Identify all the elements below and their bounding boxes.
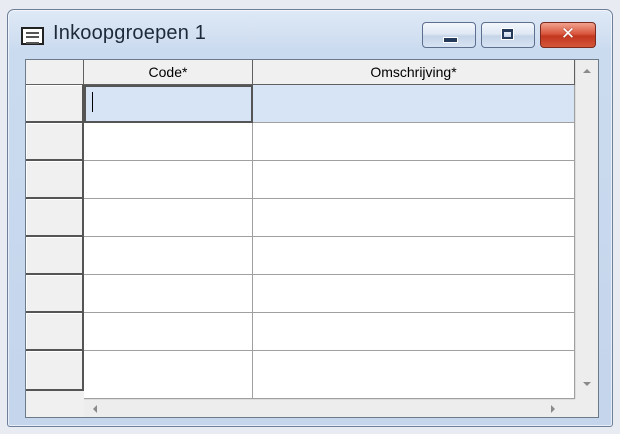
cell-code[interactable] bbox=[84, 123, 253, 161]
minimize-icon bbox=[443, 37, 458, 43]
window-title: Inkoopgroepen 1 bbox=[53, 22, 207, 44]
vertical-scrollbar[interactable] bbox=[575, 60, 598, 399]
scroll-left-icon[interactable] bbox=[93, 405, 97, 413]
column-header-code[interactable]: Code* bbox=[84, 60, 253, 85]
row-header[interactable] bbox=[26, 161, 84, 199]
maximize-icon bbox=[501, 28, 514, 40]
cell-code[interactable] bbox=[84, 199, 253, 237]
cell-omschrijving[interactable] bbox=[253, 351, 575, 399]
cell-code[interactable] bbox=[84, 237, 253, 275]
scroll-right-icon[interactable] bbox=[551, 405, 555, 413]
row-header[interactable] bbox=[26, 237, 84, 275]
cell-code[interactable] bbox=[84, 161, 253, 199]
row-header[interactable] bbox=[26, 123, 84, 161]
horizontal-scrollbar[interactable] bbox=[84, 399, 575, 417]
scroll-down-icon[interactable] bbox=[583, 382, 591, 386]
data-grid: Code* Omschrijving* bbox=[25, 59, 599, 418]
cell-omschrijving[interactable] bbox=[253, 123, 575, 161]
scrollbar-corner bbox=[575, 399, 598, 417]
title-bar[interactable]: Inkoopgroepen 1 ✕ bbox=[8, 10, 612, 58]
row-header[interactable] bbox=[26, 313, 84, 351]
cell-code-active[interactable] bbox=[84, 85, 253, 123]
cell-omschrijving[interactable] bbox=[253, 237, 575, 275]
close-icon: ✕ bbox=[560, 24, 576, 44]
column-header-omschrijving[interactable]: Omschrijving* bbox=[253, 60, 575, 85]
text-caret bbox=[92, 92, 93, 112]
cell-code[interactable] bbox=[84, 351, 253, 399]
cell-omschrijving[interactable] bbox=[253, 275, 575, 313]
cell-omschrijving[interactable] bbox=[253, 161, 575, 199]
row-header[interactable] bbox=[26, 275, 84, 313]
app-window: Inkoopgroepen 1 ✕ Code* Omschrijving* bbox=[7, 9, 613, 427]
maximize-button[interactable] bbox=[481, 22, 535, 48]
cell-code[interactable] bbox=[84, 275, 253, 313]
grid-window-icon[interactable] bbox=[21, 27, 44, 45]
row-header[interactable] bbox=[26, 85, 84, 123]
row-header[interactable] bbox=[26, 199, 84, 237]
row-header[interactable] bbox=[26, 351, 84, 391]
cell-omschrijving[interactable] bbox=[253, 313, 575, 351]
close-button[interactable]: ✕ bbox=[540, 22, 596, 48]
cell-code[interactable] bbox=[84, 313, 253, 351]
corner-header[interactable] bbox=[26, 60, 84, 85]
cell-omschrijving[interactable] bbox=[253, 199, 575, 237]
cell-omschrijving[interactable] bbox=[253, 85, 575, 123]
minimize-button[interactable] bbox=[422, 22, 476, 48]
scroll-up-icon[interactable] bbox=[583, 69, 591, 73]
scrollbar-left-spacer bbox=[26, 399, 84, 417]
